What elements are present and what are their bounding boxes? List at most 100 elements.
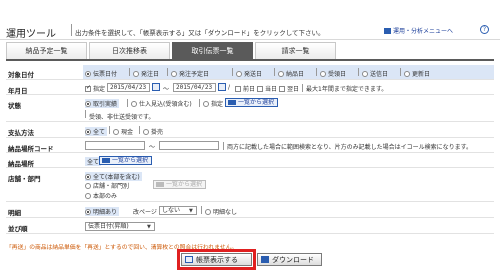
select-value: しない xyxy=(162,207,181,214)
slash-separator: / xyxy=(228,84,231,91)
radio-store-hq-only[interactable]: 本部のみ xyxy=(85,191,117,200)
report-icon xyxy=(185,256,193,263)
radio-status-forecast[interactable]: 仕入見込(受領含む) xyxy=(131,99,192,108)
radio-date-slip[interactable]: 伝票日付 xyxy=(85,69,117,78)
radio-date-order-plan[interactable]: 発注予定日 xyxy=(171,69,209,78)
checkbox-label: 前日 xyxy=(243,86,256,93)
radio-payment-cash[interactable]: 現金 xyxy=(113,127,133,136)
radio-indicator xyxy=(362,71,368,77)
calendar-from-icon[interactable] xyxy=(152,83,160,91)
vendor-code-tilde: ～ xyxy=(149,144,156,151)
row-details: 明細 明細あり 改ページ しない ▼ 明細なし xyxy=(6,203,494,218)
divider xyxy=(223,142,224,150)
label-vendor-code: 納品場所コード xyxy=(8,145,54,153)
divider xyxy=(167,68,168,76)
radio-indicator xyxy=(205,209,211,215)
divider xyxy=(199,99,200,107)
date-from-input[interactable]: 2015/04/23 xyxy=(107,83,150,92)
radio-indicator xyxy=(278,71,284,77)
radio-indicator xyxy=(85,183,91,189)
radio-payment-credit[interactable]: 掛売 xyxy=(143,127,163,136)
label-target-date: 対象日付 xyxy=(8,71,34,79)
help-icon[interactable]: ? xyxy=(480,25,489,34)
radio-indicator xyxy=(203,101,209,107)
chevron-down-icon: ▼ xyxy=(147,224,151,230)
calendar-to-icon[interactable] xyxy=(218,83,226,91)
row-vendor-code: 納品場所コード ～ 両方に記載した場合に範囲検索となり、片方のみ記載した場合はイ… xyxy=(6,139,494,153)
checkbox-label: 翌日 xyxy=(287,86,300,93)
label-vendor: 納品場所 xyxy=(8,160,34,168)
divider xyxy=(232,68,233,76)
radio-indicator xyxy=(85,71,91,77)
tab-daily-trend[interactable]: 日次推移表 xyxy=(89,42,170,59)
radio-label: 現金 xyxy=(121,129,134,136)
vendor-code-from-input[interactable] xyxy=(85,141,145,150)
radio-details-no[interactable]: 明細なし xyxy=(205,207,237,216)
vendor-code-to-input[interactable] xyxy=(159,141,219,150)
vendor-code-controls: ～ 両方に記載した場合に範囲検索となり、片方のみ記載した場合はイコール検索になり… xyxy=(83,139,494,152)
radio-date-order[interactable]: 発注日 xyxy=(133,69,159,78)
divider xyxy=(274,68,275,76)
radio-label: 明細なし xyxy=(213,209,238,216)
radio-store-by-dept[interactable]: 店舗・部門別 xyxy=(85,181,129,190)
radio-store-all[interactable]: 全て(本部を含む) xyxy=(85,172,142,181)
show-report-label: 帳票表示する xyxy=(196,256,238,264)
label-store: 店舗・部門 xyxy=(8,175,41,183)
radio-status-actual[interactable]: 取引実績 xyxy=(85,99,120,108)
analysis-menu-link[interactable]: 運用・分析メニューへ xyxy=(384,26,453,35)
radio-date-send[interactable]: 送信日 xyxy=(362,69,388,78)
radio-label: 発注日 xyxy=(141,71,160,78)
radio-label: 更新日 xyxy=(412,71,431,78)
list-icon xyxy=(102,158,110,163)
divider xyxy=(400,68,401,76)
radio-label: 発送日 xyxy=(244,71,263,78)
page-break-select[interactable]: しない ▼ xyxy=(159,206,197,215)
checkbox-prev-day[interactable]: 前日 xyxy=(235,84,255,93)
checkbox-indicator xyxy=(235,86,241,92)
details-controls: 明細あり 改ページ しない ▼ 明細なし xyxy=(83,203,494,217)
sort-controls: 伝票日付(昇順) ▼ xyxy=(83,219,494,233)
status-list-select-button[interactable]: 一覧から選択 xyxy=(225,98,279,107)
divider xyxy=(127,99,128,107)
radio-indicator xyxy=(85,129,91,135)
vendor-list-select-button[interactable]: 一覧から選択 xyxy=(99,156,153,165)
radio-indicator xyxy=(143,129,149,135)
row-vendor: 納品場所 全て 一覧から選択 xyxy=(6,154,494,168)
radio-indicator xyxy=(85,101,91,107)
radio-indicator xyxy=(131,101,137,107)
radio-indicator xyxy=(85,193,91,199)
radio-label: 明細あり xyxy=(93,209,118,216)
year-month-controls: 指定 2015/04/23 ～ 2015/04/23 / 前日 当日 翌日 最大… xyxy=(83,81,494,94)
radio-status-specify[interactable]: 指定 xyxy=(203,99,223,108)
checkbox-today[interactable]: 当日 xyxy=(257,84,277,93)
radio-date-ship[interactable]: 発送日 xyxy=(236,69,262,78)
radio-label: 指定 xyxy=(211,101,224,108)
tab-delivery-schedule[interactable]: 納品予定一覧 xyxy=(6,42,87,59)
checkbox-specify[interactable]: 指定 xyxy=(85,84,105,93)
radio-date-receipt[interactable]: 受領日 xyxy=(320,69,346,78)
radio-payment-all[interactable]: 全て xyxy=(85,127,108,136)
radio-indicator xyxy=(133,71,139,77)
divider xyxy=(302,84,303,92)
date-to-input[interactable]: 2015/04/23 xyxy=(173,83,216,92)
radio-label: 納品日 xyxy=(286,71,305,78)
radio-details-yes[interactable]: 明細あり xyxy=(85,207,120,216)
label-year-month: 年月日 xyxy=(8,87,28,95)
download-icon xyxy=(261,256,269,263)
radio-label: 受領日 xyxy=(328,71,347,78)
radio-date-update[interactable]: 更新日 xyxy=(404,69,430,78)
store-list-select-button[interactable]: 一覧から選択 xyxy=(153,180,207,189)
radio-date-delivery[interactable]: 納品日 xyxy=(278,69,304,78)
tab-invoices[interactable]: 請求一覧 xyxy=(255,42,336,59)
sort-select[interactable]: 伝票日付(昇順) ▼ xyxy=(85,222,155,231)
checkbox-label: 指定 xyxy=(93,86,106,93)
radio-indicator xyxy=(320,71,326,77)
show-report-button[interactable]: 帳票表示する xyxy=(181,253,252,266)
tab-transaction-slips[interactable]: 取引伝票一覧 xyxy=(172,42,253,59)
radio-label: 店舗・部門別 xyxy=(93,183,130,190)
checkbox-next-day[interactable]: 翌日 xyxy=(279,84,299,93)
target-date-options: 伝票日付 発注日 発注予定日 発送日 納品日 受領日 送信日 更新日 xyxy=(83,65,494,79)
download-button[interactable]: ダウンロード xyxy=(257,253,322,266)
divider xyxy=(109,126,110,134)
row-target-date: 対象日付 伝票日付 発注日 発注予定日 発送日 納品日 受領日 送信日 更新日 xyxy=(6,65,494,80)
